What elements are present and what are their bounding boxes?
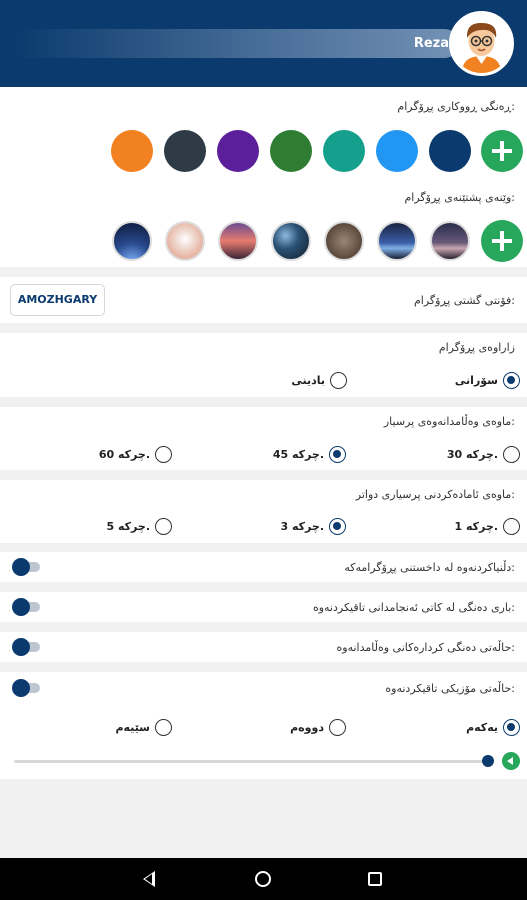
question-time-option-30[interactable]: 30 چرکە. bbox=[447, 444, 520, 464]
radio-label: 60 چرکە. bbox=[98, 447, 150, 461]
add-color-button[interactable] bbox=[481, 130, 523, 172]
dialect-option-sorani[interactable]: سۆرانی bbox=[455, 370, 520, 390]
radio-unchecked-icon[interactable] bbox=[330, 371, 347, 389]
toggle-row-exit-confirm: دڵنیاکردنەوە لە داخستنی پڕۆگرامەکە: bbox=[0, 552, 527, 582]
color-swatch-dark[interactable] bbox=[164, 130, 206, 172]
exam-music-toggle[interactable] bbox=[12, 679, 40, 697]
night-sky-icon[interactable] bbox=[112, 221, 152, 261]
font-label: فۆنتی گشتی پڕۆگرام: bbox=[414, 294, 515, 307]
radio-label: 30 چرکە. bbox=[446, 447, 498, 461]
home-icon[interactable] bbox=[255, 871, 271, 887]
color-swatch-teal[interactable] bbox=[323, 130, 365, 172]
sunset-icon[interactable] bbox=[218, 221, 258, 261]
radio-label: 3 چرکە. bbox=[280, 519, 324, 533]
back-icon[interactable] bbox=[143, 871, 155, 887]
user-name: Reza bbox=[413, 36, 449, 51]
next-question-option-1[interactable]: 1 چرکە. bbox=[454, 516, 520, 536]
color-swatch-navy[interactable] bbox=[429, 130, 471, 172]
color-swatch-orange[interactable] bbox=[111, 130, 153, 172]
radio-label: سۆرانی bbox=[454, 373, 498, 387]
music-option-second[interactable]: دووەم bbox=[290, 717, 346, 737]
toggle-label: حاڵەتی مۆزیکی تاقیکردنەوە: bbox=[385, 682, 515, 695]
boy-glasses-avatar-icon[interactable] bbox=[449, 11, 514, 76]
stone-icon[interactable] bbox=[324, 221, 364, 261]
radio-label: دووەم bbox=[290, 720, 324, 734]
dialect-label: زاراوەی پڕۆگرام bbox=[438, 341, 515, 354]
exit-confirm-toggle[interactable] bbox=[12, 558, 40, 576]
next-question-time-card: ماوەی ئامادەکردنی پرسیاری دواتر: 1 چرکە.… bbox=[0, 480, 527, 543]
color-swatch-purple[interactable] bbox=[217, 130, 259, 172]
next-question-option-3[interactable]: 3 چرکە. bbox=[280, 516, 346, 536]
dialect-card: زاراوەی پڕۆگرام سۆرانی بادینی bbox=[0, 333, 527, 397]
radio-checked-icon[interactable] bbox=[503, 718, 520, 736]
toggle-row-answer-sound: حاڵەتی دەنگی کردارەکانی وەڵامدانەوە: bbox=[0, 632, 527, 662]
answer-sound-toggle[interactable] bbox=[12, 638, 40, 656]
toggle-label: باری دەنگی لە کاتی ئەنجامدانی تاقیکردنەو… bbox=[312, 601, 515, 614]
dusk-icon[interactable] bbox=[430, 221, 470, 261]
settings-content: ڕەنگی ڕووکاری پڕۆگرام: وێنەی پشتێنەی پڕۆ… bbox=[0, 87, 527, 858]
toggle-label: حاڵەتی دەنگی کردارەکانی وەڵامدانەوە: bbox=[336, 641, 516, 654]
radio-unchecked-icon[interactable] bbox=[503, 517, 520, 535]
radio-unchecked-icon[interactable] bbox=[155, 517, 172, 535]
system-nav-bar bbox=[0, 858, 527, 900]
starry-night-icon[interactable] bbox=[271, 221, 311, 261]
radio-label: 1 چرکە. bbox=[454, 519, 498, 533]
music-option-first[interactable]: یەکەم bbox=[466, 717, 520, 737]
exam-sound-toggle[interactable] bbox=[12, 598, 40, 616]
font-select-button[interactable]: AMOZHGARY bbox=[10, 284, 105, 316]
radio-unchecked-icon[interactable] bbox=[155, 718, 172, 736]
dialect-option-badini[interactable]: بادینی bbox=[291, 370, 347, 390]
app-color-label: ڕەنگی ڕووکاری پڕۆگرام: bbox=[397, 100, 515, 113]
toggle-row-exam-sound: باری دەنگی لە کاتی ئەنجامدانی تاقیکردنەو… bbox=[0, 592, 527, 622]
appearance-card: ڕەنگی ڕووکاری پڕۆگرام: وێنەی پشتێنەی پڕۆ… bbox=[0, 87, 527, 267]
blue-horizon-icon[interactable] bbox=[377, 221, 417, 261]
radio-unchecked-icon[interactable] bbox=[329, 718, 346, 736]
volume-slider-handle[interactable] bbox=[482, 755, 494, 767]
radio-label: بادینی bbox=[291, 373, 325, 387]
radio-label: سێیەم bbox=[115, 720, 150, 734]
next-question-option-5[interactable]: 5 چرکە. bbox=[106, 516, 172, 536]
radio-checked-icon[interactable] bbox=[329, 517, 346, 535]
question-time-card: ماوەی وەڵامدانەوەی پرسیار: 30 چرکە. 45 چ… bbox=[0, 407, 527, 470]
question-time-label: ماوەی وەڵامدانەوەی پرسیار: bbox=[383, 415, 515, 428]
user-name-bar[interactable] bbox=[12, 29, 459, 58]
dandelion-icon[interactable] bbox=[165, 221, 205, 261]
font-card: AMOZHGARY فۆنتی گشتی پڕۆگرام: bbox=[0, 277, 527, 323]
radio-unchecked-icon[interactable] bbox=[155, 445, 172, 463]
volume-slider[interactable] bbox=[14, 760, 487, 763]
radio-unchecked-icon[interactable] bbox=[503, 445, 520, 463]
radio-checked-icon[interactable] bbox=[503, 371, 520, 389]
add-background-button[interactable] bbox=[481, 220, 523, 262]
recent-apps-icon[interactable] bbox=[368, 872, 382, 886]
radio-label: 5 چرکە. bbox=[106, 519, 150, 533]
play-icon[interactable] bbox=[502, 752, 520, 770]
toggle-label: دڵنیاکردنەوە لە داخستنی پڕۆگرامەکە: bbox=[344, 561, 515, 574]
radio-checked-icon[interactable] bbox=[329, 445, 346, 463]
color-swatch-green[interactable] bbox=[270, 130, 312, 172]
color-swatch-blue[interactable] bbox=[376, 130, 418, 172]
question-time-option-60[interactable]: 60 چرکە. bbox=[99, 444, 172, 464]
app-background-label: وێنەی پشتێنەی پڕۆگرام: bbox=[404, 191, 515, 204]
app-header: Reza bbox=[0, 0, 527, 87]
question-time-option-45[interactable]: 45 چرکە. bbox=[273, 444, 346, 464]
next-question-time-label: ماوەی ئامادەکردنی پرسیاری دواتر: bbox=[355, 488, 515, 501]
radio-label: 45 چرکە. bbox=[272, 447, 324, 461]
radio-label: یەکەم bbox=[466, 720, 498, 734]
music-option-third[interactable]: سێیەم bbox=[115, 717, 172, 737]
